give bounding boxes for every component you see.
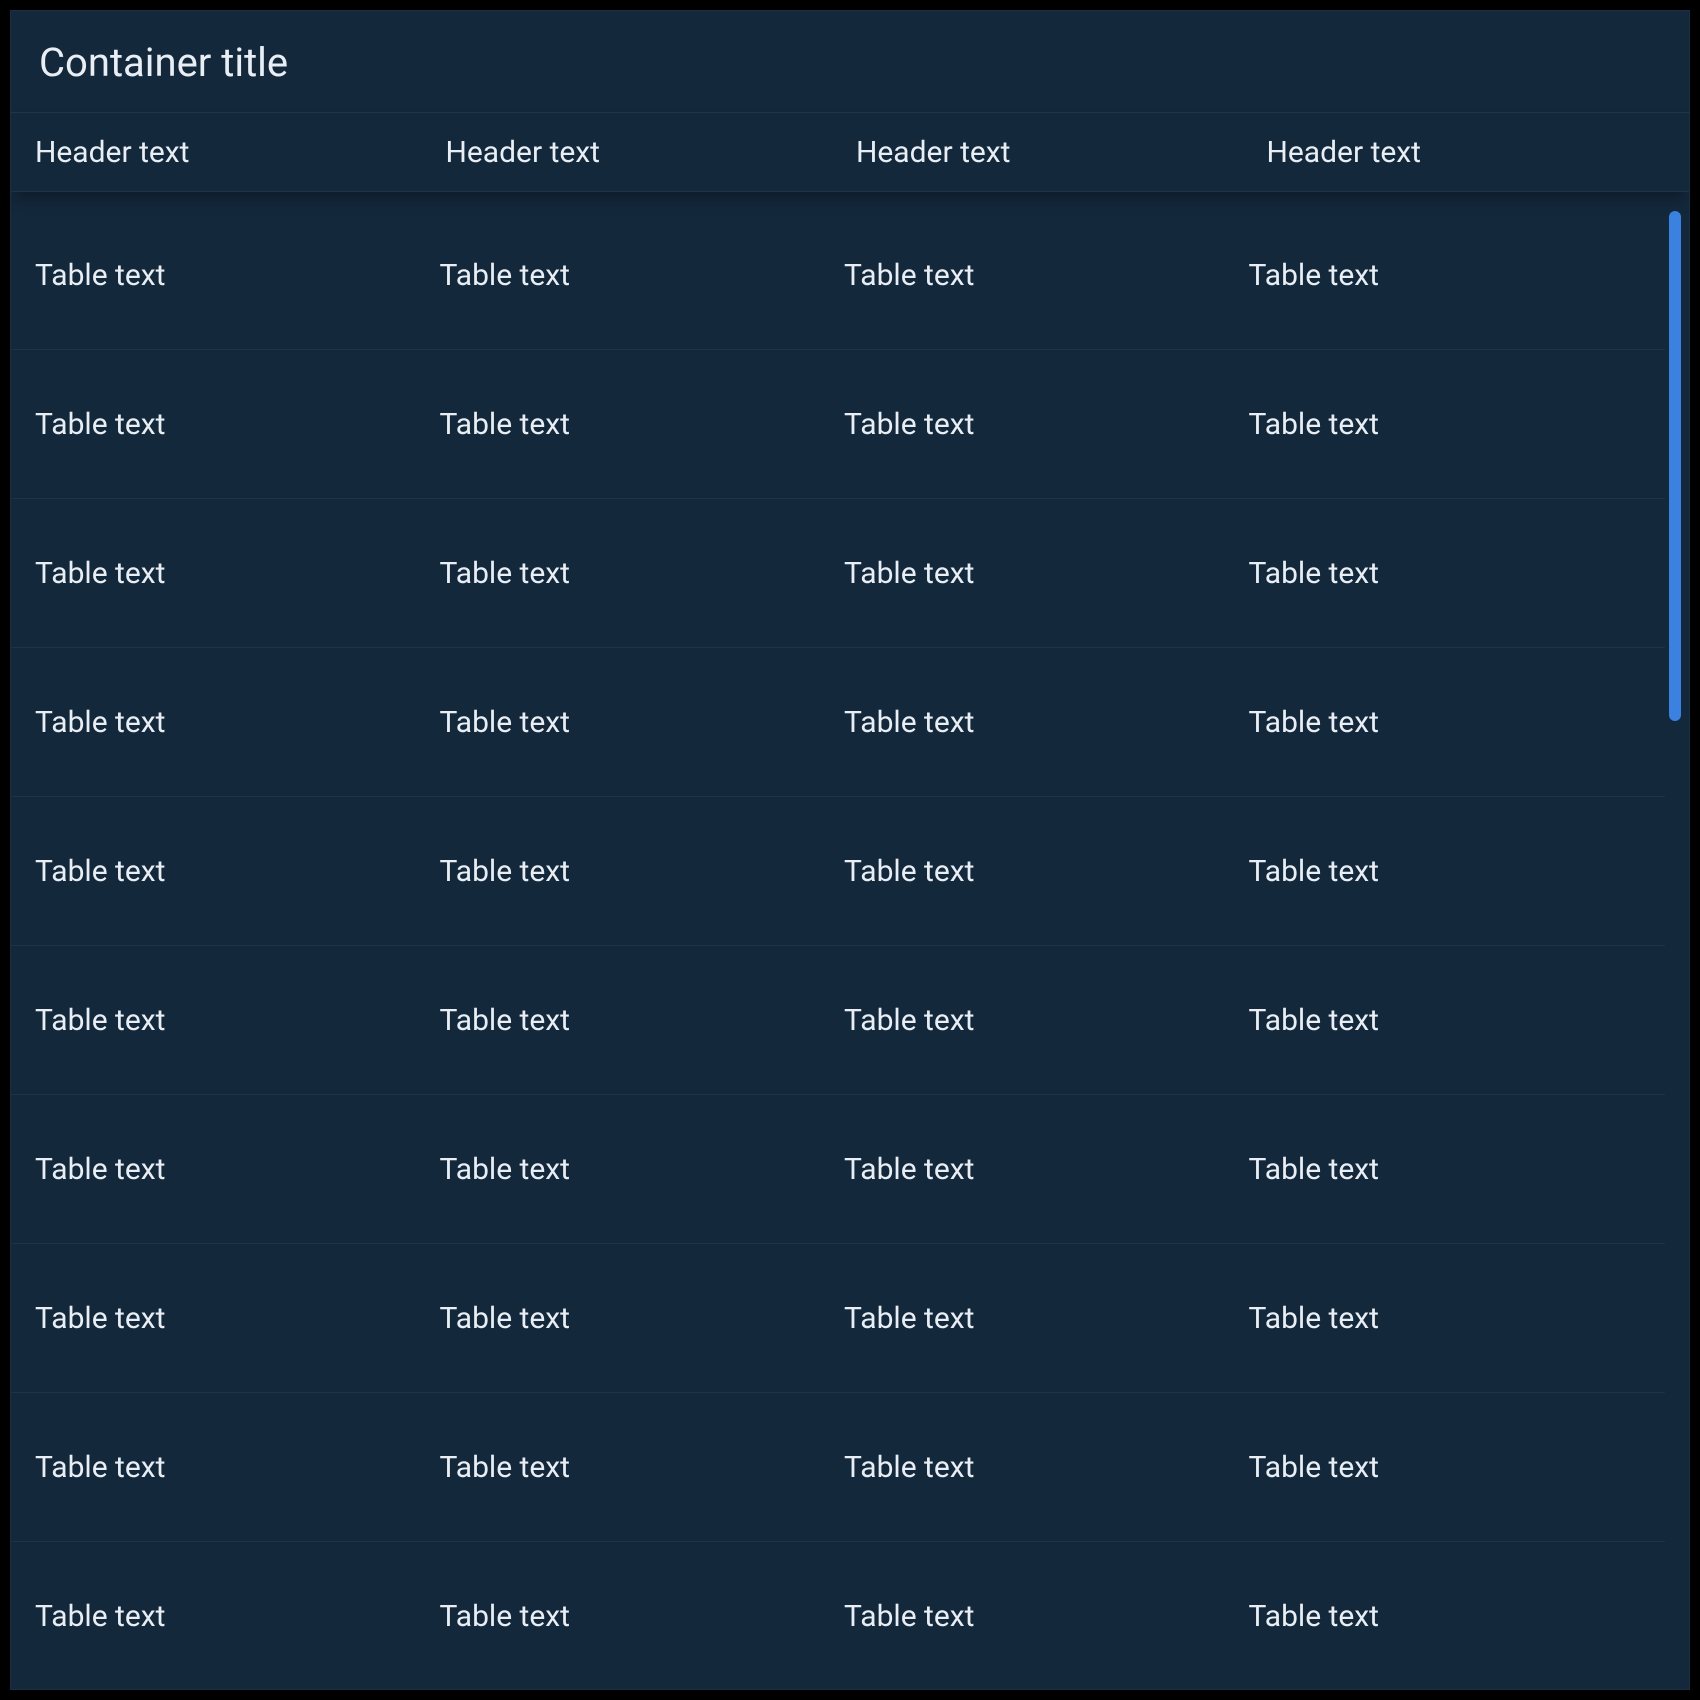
table-cell: Table text bbox=[838, 854, 1243, 889]
data-table-container: Container title Header text Header text … bbox=[10, 10, 1690, 1690]
table-cell: Table text bbox=[1243, 1599, 1648, 1634]
table-cell: Table text bbox=[838, 1003, 1243, 1038]
table-cell: Table text bbox=[434, 1003, 839, 1038]
table-row[interactable]: Table textTable textTable textTable text bbox=[11, 797, 1665, 946]
table-header-cell[interactable]: Header text bbox=[1261, 135, 1672, 170]
table-cell: Table text bbox=[434, 1301, 839, 1336]
table-cell: Table text bbox=[1243, 705, 1648, 740]
table-body: Table textTable textTable textTable text… bbox=[11, 201, 1689, 1689]
table-header-cell[interactable]: Header text bbox=[440, 135, 851, 170]
table-row[interactable]: Table textTable textTable textTable text bbox=[11, 499, 1665, 648]
table-cell: Table text bbox=[838, 556, 1243, 591]
container-title-bar: Container title bbox=[11, 11, 1689, 112]
table-cell: Table text bbox=[434, 556, 839, 591]
table-cell: Table text bbox=[838, 1152, 1243, 1187]
table-cell: Table text bbox=[1243, 556, 1648, 591]
table-cell: Table text bbox=[1243, 1003, 1648, 1038]
table-row[interactable]: Table textTable textTable textTable text bbox=[11, 350, 1665, 499]
table-row[interactable]: Table textTable textTable textTable text bbox=[11, 1244, 1665, 1393]
table-cell: Table text bbox=[29, 1152, 434, 1187]
table-cell: Table text bbox=[29, 1003, 434, 1038]
table-cell: Table text bbox=[1243, 1450, 1648, 1485]
table-cell: Table text bbox=[29, 258, 434, 293]
table-cell: Table text bbox=[434, 258, 839, 293]
table-cell: Table text bbox=[838, 258, 1243, 293]
table-cell: Table text bbox=[434, 1599, 839, 1634]
table-cell: Table text bbox=[838, 1599, 1243, 1634]
table-cell: Table text bbox=[29, 407, 434, 442]
table-cell: Table text bbox=[1243, 1152, 1648, 1187]
table-cell: Table text bbox=[29, 1450, 434, 1485]
table-cell: Table text bbox=[1243, 407, 1648, 442]
table-cell: Table text bbox=[434, 854, 839, 889]
table-cell: Table text bbox=[1243, 258, 1648, 293]
table-cell: Table text bbox=[29, 854, 434, 889]
table-row[interactable]: Table textTable textTable textTable text bbox=[11, 1095, 1665, 1244]
table-cell: Table text bbox=[838, 1450, 1243, 1485]
table-cell: Table text bbox=[29, 556, 434, 591]
table-cell: Table text bbox=[29, 705, 434, 740]
table-row[interactable]: Table textTable textTable textTable text bbox=[11, 201, 1665, 350]
table-cell: Table text bbox=[29, 1301, 434, 1336]
table-cell: Table text bbox=[434, 1450, 839, 1485]
table-cell: Table text bbox=[838, 1301, 1243, 1336]
scrollbar-thumb[interactable] bbox=[1669, 211, 1681, 721]
table-cell: Table text bbox=[434, 407, 839, 442]
table-cell: Table text bbox=[838, 407, 1243, 442]
table-row[interactable]: Table textTable textTable textTable text bbox=[11, 648, 1665, 797]
table-cell: Table text bbox=[1243, 1301, 1648, 1336]
table-cell: Table text bbox=[434, 1152, 839, 1187]
table-row[interactable]: Table textTable textTable textTable text bbox=[11, 1393, 1665, 1542]
table-header-cell[interactable]: Header text bbox=[29, 135, 440, 170]
table-cell: Table text bbox=[434, 705, 839, 740]
container-title: Container title bbox=[39, 39, 1661, 86]
table-row[interactable]: Table textTable textTable textTable text bbox=[11, 1542, 1665, 1689]
table-cell: Table text bbox=[29, 1599, 434, 1634]
table-header-cell[interactable]: Header text bbox=[850, 135, 1261, 170]
table-header-row: Header text Header text Header text Head… bbox=[11, 112, 1689, 192]
table-cell: Table text bbox=[1243, 854, 1648, 889]
scrollbar-track[interactable] bbox=[1669, 211, 1681, 1681]
table-cell: Table text bbox=[838, 705, 1243, 740]
table-row[interactable]: Table textTable textTable textTable text bbox=[11, 946, 1665, 1095]
